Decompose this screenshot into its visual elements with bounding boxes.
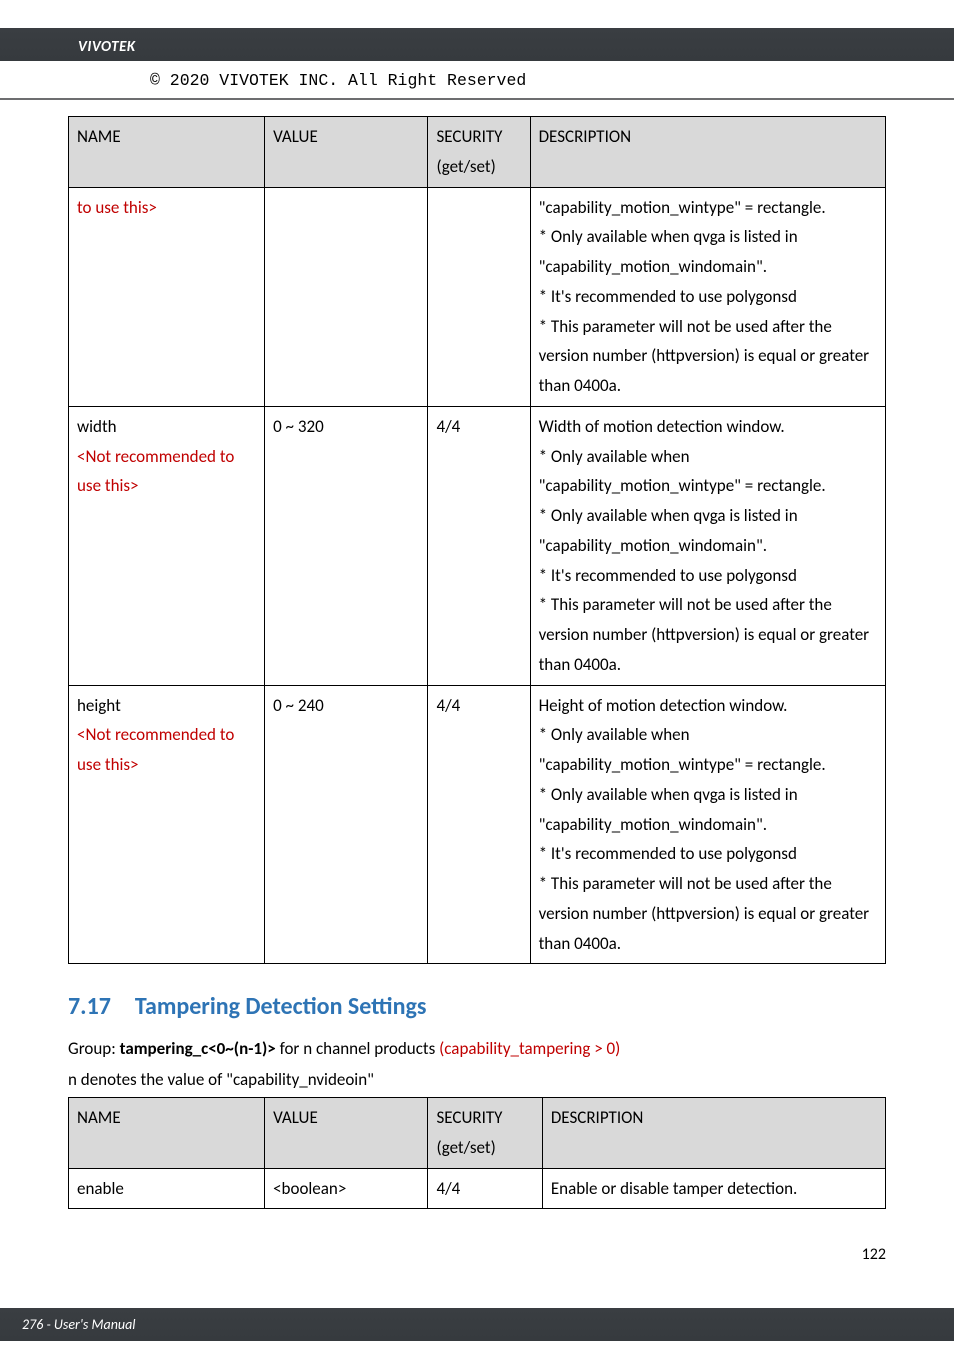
name-cell: to use this>	[69, 187, 265, 406]
table-row: width <Not recommended to use this> 0 ~ 3…	[69, 406, 886, 685]
col-header-name: NAME	[69, 117, 265, 188]
description-cell: Height of motion detection window.* Only…	[530, 685, 885, 964]
col-header-value: VALUE	[265, 117, 428, 188]
section-heading: 7.17 Tampering Detection Settings	[68, 992, 886, 1021]
group-name: tampering_c<0~(n-1)>	[120, 1038, 276, 1059]
security-cell: 4/4	[428, 685, 530, 964]
copyright-line: © 2020 VIVOTEK INC. All Right Reserved	[0, 61, 954, 100]
params-table-2: NAME VALUE SECURITY (get/set) DESCRIPTIO…	[68, 1097, 886, 1209]
description-cell: Enable or disable tamper detection.	[542, 1168, 885, 1209]
group-condition: (capability_tampering > 0)	[439, 1038, 620, 1059]
table-row: height <Not recommended to use this> 0 ~ …	[69, 685, 886, 964]
col-header-value: VALUE	[265, 1098, 428, 1169]
col-header-name: NAME	[69, 1098, 265, 1169]
name-note: <Not recommended to use this>	[77, 446, 234, 497]
params-table-1: NAME VALUE SECURITY (get/set) DESCRIPTIO…	[68, 116, 886, 964]
group-line: Group: tampering_c<0~(n-1)> for n channe…	[68, 1035, 886, 1064]
col-header-security: SECURITY (get/set)	[428, 1098, 542, 1169]
manual-label: 276 - User's Manual	[22, 1316, 136, 1333]
col-header-description: DESCRIPTION	[530, 117, 885, 188]
param-name: height	[77, 695, 121, 716]
name-cell: height <Not recommended to use this>	[69, 685, 265, 964]
table-header-row: NAME VALUE SECURITY (get/set) DESCRIPTIO…	[69, 1098, 886, 1169]
value-cell: 0 ~ 320	[265, 406, 428, 685]
name-cell: width <Not recommended to use this>	[69, 406, 265, 685]
col-header-security: SECURITY (get/set)	[428, 117, 530, 188]
description-cell: "capability_motion_wintype" = rectangle.…	[530, 187, 885, 406]
group-prefix: Group:	[68, 1038, 120, 1059]
param-name: width	[77, 416, 117, 437]
table-row: enable <boolean> 4/4 Enable or disable t…	[69, 1168, 886, 1209]
security-cell	[428, 187, 530, 406]
value-cell: 0 ~ 240	[265, 685, 428, 964]
name-note: <Not recommended to use this>	[77, 724, 234, 775]
group-mid: for n channel products	[276, 1038, 439, 1059]
name-note: to use this>	[77, 197, 157, 218]
section-number: 7.17	[68, 992, 111, 1021]
note-line: n denotes the value of "capability_nvide…	[68, 1066, 886, 1095]
page-number: 122	[68, 1237, 886, 1278]
security-cell: 4/4	[428, 406, 530, 685]
bottom-banner: 276 - User's Manual	[0, 1308, 954, 1341]
value-cell	[265, 187, 428, 406]
brand-logo: VIVOTEK	[18, 38, 136, 56]
table-row: to use this> "capability_motion_wintype"…	[69, 187, 886, 406]
security-cell: 4/4	[428, 1168, 542, 1209]
name-cell: enable	[69, 1168, 265, 1209]
table-header-row: NAME VALUE SECURITY (get/set) DESCRIPTIO…	[69, 117, 886, 188]
top-banner: VIVOTEK	[0, 28, 954, 61]
col-header-description: DESCRIPTION	[542, 1098, 885, 1169]
value-cell: <boolean>	[265, 1168, 428, 1209]
section-title: Tampering Detection Settings	[135, 992, 427, 1021]
description-cell: Width of motion detection window.* Only …	[530, 406, 885, 685]
